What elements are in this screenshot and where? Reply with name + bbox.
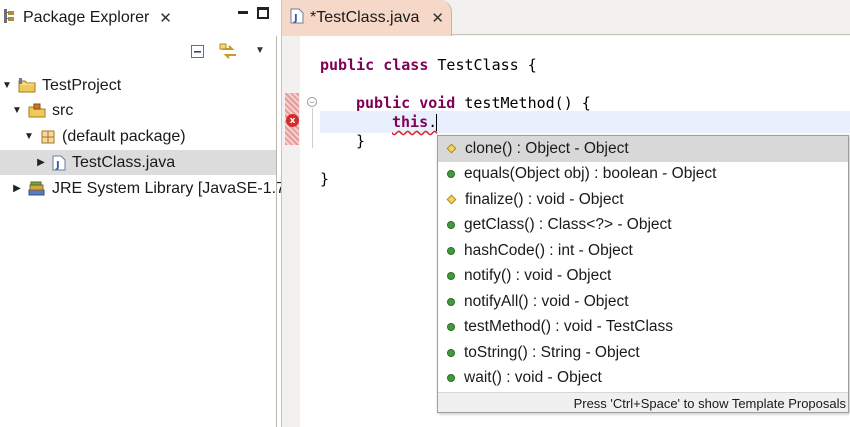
proposal-label: getClass() : Class<?> - Object bbox=[464, 216, 672, 234]
proposal-tostring[interactable]: toString() : String - Object bbox=[438, 340, 848, 366]
public-method-icon bbox=[447, 170, 455, 179]
editor-tab-title: *TestClass.java bbox=[310, 9, 420, 26]
protected-method-icon bbox=[446, 194, 457, 205]
proposal-label: notify() : void - Object bbox=[464, 267, 612, 285]
proposal-label: finalize() : void - Object bbox=[465, 190, 624, 208]
fold-collapse-icon[interactable]: − bbox=[307, 97, 317, 107]
text-caret bbox=[436, 114, 437, 131]
expanded-arrow-icon[interactable]: ▼ bbox=[2, 80, 12, 91]
code-keyword: class bbox=[383, 56, 429, 74]
content-assist-popup[interactable]: clone() : Object - Object equals(Object … bbox=[437, 135, 849, 413]
link-with-editor-icon[interactable] bbox=[219, 43, 239, 66]
annotation-ruler bbox=[282, 36, 300, 427]
proposal-label: testMethod() : void - TestClass bbox=[464, 318, 674, 336]
java-file-icon: J bbox=[52, 155, 66, 171]
code-keyword-error: this bbox=[392, 113, 429, 131]
editor-tabbar: J *TestClass.java ✕ bbox=[282, 0, 850, 36]
fold-guide bbox=[312, 108, 313, 148]
tree-item-label: (default package) bbox=[62, 127, 186, 145]
code-keyword: void bbox=[419, 94, 456, 112]
proposal-label: toString() : String - Object bbox=[464, 343, 640, 361]
protected-method-icon bbox=[446, 143, 457, 154]
proposal-finalize[interactable]: finalize() : void - Object bbox=[438, 187, 848, 213]
tab-testclass-java[interactable]: J *TestClass.java ✕ bbox=[282, 0, 452, 36]
tree-item-label: JRE System Library [JavaSE-1.7 bbox=[52, 179, 285, 197]
tree-item-src[interactable]: ▼ src bbox=[12, 98, 73, 123]
code-line-4: } bbox=[356, 132, 365, 150]
code-keyword: public bbox=[320, 56, 375, 74]
proposal-label: hashCode() : int - Object bbox=[464, 241, 633, 259]
close-icon[interactable]: ✕ bbox=[431, 9, 444, 27]
tree-item-label: src bbox=[52, 101, 74, 119]
code-text: } bbox=[320, 170, 330, 188]
package-explorer-icon bbox=[2, 8, 16, 29]
collapsed-arrow-icon[interactable]: ▶ bbox=[12, 183, 22, 194]
proposal-equals[interactable]: equals(Object obj) : boolean - Object bbox=[438, 162, 848, 188]
code-keyword: public bbox=[356, 94, 411, 112]
close-icon[interactable]: ✕ bbox=[159, 9, 172, 27]
proposal-notify[interactable]: notify() : void - Object bbox=[438, 264, 848, 290]
code-line-2: public void testMethod() { bbox=[356, 94, 591, 112]
tree-item-testproject[interactable]: ▼ TestProject bbox=[2, 73, 121, 98]
library-icon bbox=[28, 181, 46, 197]
error-icon[interactable]: x bbox=[286, 114, 299, 127]
code-line-3: this. bbox=[392, 113, 437, 131]
expanded-arrow-icon[interactable]: ▼ bbox=[12, 105, 22, 116]
project-folder-icon bbox=[18, 77, 36, 94]
package-explorer-view: Package Explorer ✕ ▼ ▼ TestProject ▼ src… bbox=[0, 0, 285, 427]
tree-item-label: TestProject bbox=[42, 76, 122, 94]
public-method-icon bbox=[447, 297, 455, 306]
collapse-all-icon[interactable] bbox=[190, 44, 206, 65]
package-icon bbox=[40, 129, 56, 145]
proposal-testmethod[interactable]: testMethod() : void - TestClass bbox=[438, 315, 848, 341]
tree-item-jre-library[interactable]: ▶ JRE System Library [JavaSE-1.7 bbox=[12, 176, 285, 201]
package-explorer-tabbar: Package Explorer ✕ bbox=[0, 0, 277, 36]
java-file-icon: J bbox=[290, 8, 304, 29]
proposal-label: clone() : Object - Object bbox=[465, 139, 629, 157]
package-explorer-title: Package Explorer bbox=[23, 9, 150, 26]
minimize-icon[interactable] bbox=[238, 11, 248, 14]
tree-item-default-package[interactable]: ▼ (default package) bbox=[24, 124, 186, 149]
code-text: } bbox=[356, 132, 366, 150]
public-method-icon bbox=[447, 348, 455, 357]
package-explorer-tab[interactable]: Package Explorer ✕ bbox=[2, 4, 172, 32]
proposal-hashcode[interactable]: hashCode() : int - Object bbox=[438, 238, 848, 264]
content-assist-status-hint: Press 'Ctrl+Space' to show Template Prop… bbox=[438, 392, 848, 412]
proposal-label: equals(Object obj) : boolean - Object bbox=[464, 165, 717, 183]
tree-item-testclass-java[interactable]: ▶ J TestClass.java bbox=[36, 150, 175, 175]
proposal-clone[interactable]: clone() : Object - Object bbox=[438, 136, 848, 162]
proposal-label: notifyAll() : void - Object bbox=[464, 292, 629, 310]
code-line-5: } bbox=[320, 170, 329, 188]
proposal-getclass[interactable]: getClass() : Class<?> - Object bbox=[438, 213, 848, 239]
public-method-icon bbox=[447, 323, 455, 332]
code-text: TestClass { bbox=[428, 56, 537, 74]
proposal-wait[interactable]: wait() : void - Object bbox=[438, 366, 848, 392]
tree-item-label: TestClass.java bbox=[72, 153, 176, 171]
svg-text:J: J bbox=[293, 13, 298, 24]
proposal-notifyall[interactable]: notifyAll() : void - Object bbox=[438, 289, 848, 315]
code-line-1: public class TestClass { bbox=[320, 56, 537, 74]
code-text: testMethod() { bbox=[455, 94, 591, 112]
public-method-icon bbox=[447, 374, 455, 383]
source-folder-icon bbox=[28, 103, 46, 119]
view-menu-icon[interactable]: ▼ bbox=[255, 45, 265, 56]
svg-text:J: J bbox=[55, 160, 60, 171]
public-method-icon bbox=[447, 221, 455, 230]
collapsed-arrow-icon[interactable]: ▶ bbox=[36, 157, 46, 168]
expanded-arrow-icon[interactable]: ▼ bbox=[24, 131, 34, 142]
public-method-icon bbox=[447, 272, 455, 281]
maximize-icon[interactable] bbox=[257, 7, 269, 19]
public-method-icon bbox=[447, 246, 455, 255]
proposal-label: wait() : void - Object bbox=[464, 369, 602, 387]
